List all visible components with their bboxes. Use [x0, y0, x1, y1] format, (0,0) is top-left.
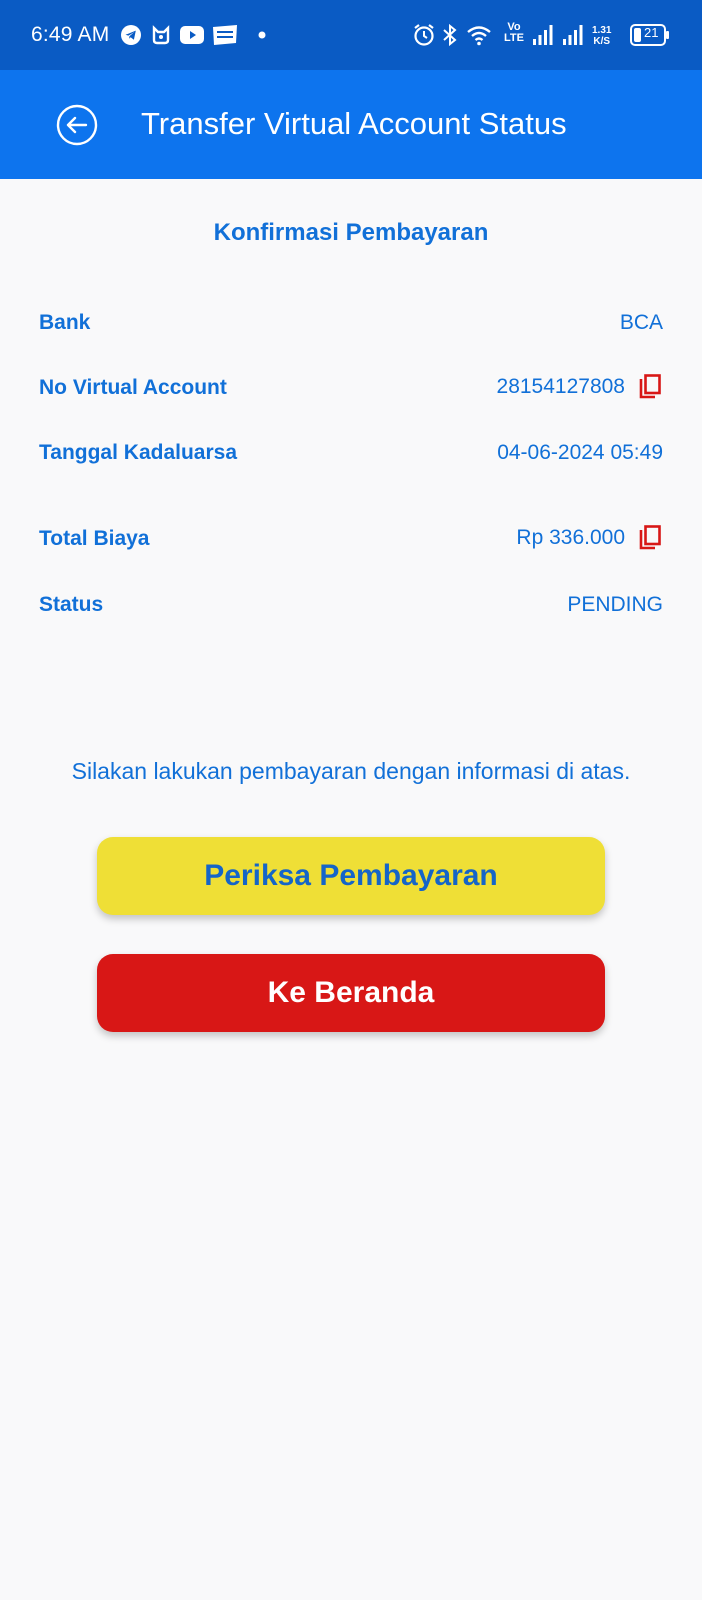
webtoon-icon: [212, 22, 238, 48]
virtual-account-value: 28154127808: [497, 374, 663, 400]
status-label: Status: [39, 593, 104, 616]
page-title: Transfer Virtual Account Status: [141, 106, 567, 141]
bank-label: Bank: [39, 311, 91, 334]
confirmation-title: Konfirmasi Pembayaran: [213, 219, 489, 246]
status-badge: PENDING: [567, 593, 663, 616]
app-bar: Transfer Virtual Account Status: [0, 70, 702, 179]
signal-icon-1: [532, 22, 554, 48]
bank-value: BCA: [620, 311, 663, 335]
network-speed-value: 1.31: [592, 25, 612, 36]
expiry-date-value: 04-06-2024 05:49: [497, 441, 663, 465]
telegram-icon: [120, 22, 142, 48]
signal-icon-2: [562, 22, 584, 48]
copy-total-cost-button[interactable]: [637, 525, 663, 551]
youtube-icon: [180, 22, 204, 48]
go-home-button[interactable]: Ke Beranda: [97, 954, 605, 1032]
bank-value-text: BCA: [619, 311, 663, 334]
copy-icon: [639, 374, 661, 399]
status-time: 6:49 AM: [31, 23, 110, 46]
payment-instruction: Silakan lakukan pembayaran dengan inform…: [71, 758, 631, 784]
back-arrow-circle-icon: [56, 104, 98, 146]
status-value: PENDING: [567, 593, 663, 617]
total-cost-amount: Rp 336.000: [516, 526, 625, 549]
battery-icon: 21: [630, 22, 670, 48]
wifi-icon: [466, 22, 492, 48]
expiry-date-text: 04-06-2024 05:49: [497, 441, 663, 464]
check-payment-button[interactable]: Periksa Pembayaran: [97, 837, 605, 915]
virtual-account-number: 28154127808: [496, 375, 625, 398]
expiry-date-label: Tanggal Kadaluarsa: [39, 441, 238, 464]
volte-icon: Vo LTE: [504, 20, 524, 46]
mi-home-icon: [150, 22, 172, 48]
total-cost-value: Rp 336.000: [516, 525, 663, 551]
back-button[interactable]: [55, 103, 99, 147]
virtual-account-label: No Virtual Account: [39, 376, 227, 399]
status-bar: 6:49 AM Vo LTE 1.31 K/S 21: [0, 0, 702, 70]
network-speed-unit: K/S: [593, 36, 611, 47]
bluetooth-icon: [442, 22, 458, 48]
battery-level: 21: [644, 25, 659, 40]
network-speed: 1.31 K/S: [592, 23, 611, 49]
total-cost-label: Total Biaya: [39, 527, 150, 550]
alarm-icon: [412, 22, 436, 48]
notification-dot-icon: [258, 22, 266, 48]
copy-icon: [639, 525, 661, 550]
copy-virtual-account-button[interactable]: [637, 374, 663, 400]
lte-label: LTE: [504, 32, 524, 44]
